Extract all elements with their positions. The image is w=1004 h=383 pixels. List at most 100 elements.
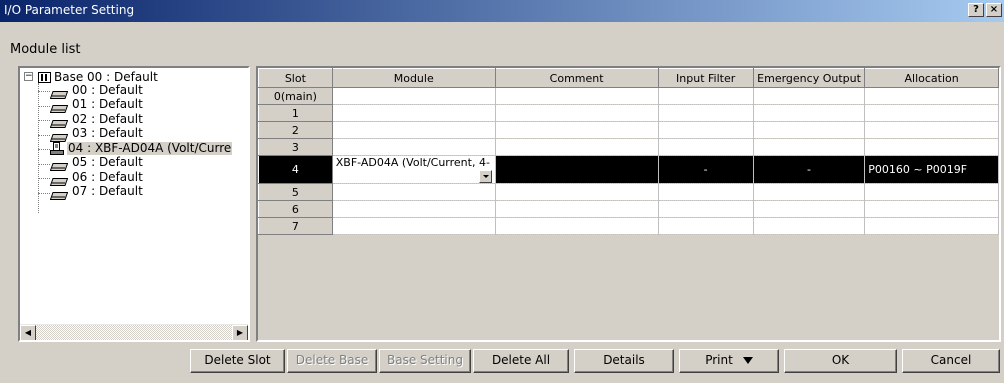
module-cell[interactable] [332,121,496,139]
slot-cell[interactable]: 1 [258,104,333,122]
comment-cell[interactable] [495,200,659,218]
tree-item-slot-07[interactable]: 07 : Default [49,185,143,200]
io-parameter-grid: Slot Module Comment Input Filter Emergency O… [256,66,1001,342]
comment-cell[interactable] [495,104,659,122]
module-cell[interactable] [332,87,496,105]
allocation-cell[interactable] [864,183,999,201]
slot-cell[interactable]: 0(main) [258,87,333,105]
table-row[interactable]: 6 [258,200,999,218]
column-header-comment: Comment [494,68,659,88]
allocation-cell[interactable] [864,217,999,235]
tree-item-label: 04 : XBF-AD04A (Volt/Curre [67,140,233,155]
emergency-cell[interactable] [753,87,866,105]
slot-cell[interactable]: 3 [258,138,333,156]
collapse-toggle-icon[interactable]: − [24,72,33,81]
slot-cell[interactable]: 4 [258,155,333,184]
tree-item-slot-02[interactable]: 02 : Default [49,111,143,128]
tree-horizontal-scrollbar[interactable]: ◀ ▶ [20,324,248,340]
slot-empty-icon [49,161,69,171]
module-cell[interactable] [332,183,496,201]
tree-item-slot-06[interactable]: 06 : Default [49,170,143,186]
allocation-cell[interactable] [864,138,999,156]
filter-cell[interactable] [658,104,754,122]
table-row[interactable]: 2 [258,121,999,139]
filter-cell[interactable] [658,217,754,235]
module-cell[interactable]: XBF-AD04A (Volt/Current, 4- [332,155,496,184]
delete-slot-button[interactable]: Delete Slot [190,349,285,373]
slot-cell[interactable]: 2 [258,121,333,139]
comment-cell[interactable] [495,121,659,139]
allocation-cell[interactable]: P00160 ~ P0019F [864,155,999,184]
cancel-button[interactable]: Cancel [902,349,1000,373]
delete-all-button[interactable]: Delete All [473,349,569,373]
allocation-cell[interactable] [864,104,999,122]
delete-all-label: Delete All [491,353,551,367]
emergency-cell[interactable] [753,200,866,218]
ok-button[interactable]: OK [784,349,897,373]
allocation-cell[interactable] [864,200,999,218]
filter-cell[interactable] [658,200,754,218]
module-dropdown-icon[interactable] [478,170,492,183]
slot-cell[interactable]: 6 [258,200,333,218]
allocation-cell[interactable] [864,121,999,139]
scroll-left-icon[interactable]: ◀ [20,325,36,340]
tree-root-base-00[interactable]: Base 00 : Default [38,70,158,84]
tree-item-slot-03[interactable]: 03 : Default [49,126,143,142]
emergency-cell[interactable] [753,121,866,139]
comment-cell[interactable] [495,155,659,184]
filter-cell[interactable] [658,121,754,139]
tree-item-label: 02 : Default [72,111,143,126]
tree-root-label: Base 00 : Default [54,69,158,84]
base-setting-label: Base Setting [386,353,463,367]
table-row[interactable]: 5 [258,183,999,201]
comment-cell[interactable] [495,138,659,156]
delete-base-button[interactable]: Delete Base [287,349,377,373]
filter-cell[interactable] [658,138,754,156]
details-button[interactable]: Details [574,349,674,373]
filter-cell[interactable] [658,87,754,105]
table-row[interactable]: 3 [258,138,999,156]
comment-cell[interactable] [495,183,659,201]
table-row[interactable]: 0(main) [258,87,999,105]
slot-empty-icon [49,89,69,99]
column-header-input-filter: Input Filter [657,68,754,88]
module-cell[interactable] [332,200,496,218]
table-row[interactable]: 7 [258,217,999,235]
table-row[interactable]: 1 [258,104,999,122]
module-select-value: XBF-AD04A (Volt/Current, 4- [335,156,490,169]
module-cell[interactable] [332,217,496,235]
emergency-cell[interactable]: - [753,155,866,184]
tree-item-slot-04[interactable]: 04 : XBF-AD04A (Volt/Curre [50,140,233,155]
slot-cell[interactable]: 7 [258,217,333,235]
tree-item-slot-00[interactable]: 00 : Default [49,83,143,99]
filter-cell[interactable]: - [658,155,754,184]
scroll-right-icon[interactable]: ▶ [232,325,248,340]
column-header-module: Module [331,68,496,88]
tree-item-slot-05[interactable]: 05 : Default [49,156,143,171]
allocation-cell[interactable] [864,87,999,105]
module-tree[interactable]: − Base 00 : Default 00 : Default 01 : Def… [18,66,250,342]
emergency-cell[interactable] [753,183,866,201]
delete-base-label: Delete Base [295,353,369,367]
comment-cell[interactable] [495,87,659,105]
emergency-cell[interactable] [753,138,866,156]
tree-item-slot-01[interactable]: 01 : Default [49,98,143,113]
scroll-track[interactable] [36,325,232,340]
close-button[interactable]: × [986,3,1002,17]
column-header-allocation: Allocation [864,68,999,88]
module-cell[interactable] [332,104,496,122]
base-setting-button[interactable]: Base Setting [379,349,471,373]
table-row[interactable]: 4 XBF-AD04A (Volt/Current, 4- - - P00160 ~ P… [258,155,999,184]
emergency-cell[interactable] [753,217,866,235]
delete-slot-label: Delete Slot [204,353,271,367]
print-button[interactable]: Print [679,349,779,373]
ok-label: OK [831,353,850,367]
comment-cell[interactable] [495,217,659,235]
module-cell[interactable] [332,138,496,156]
slot-cell[interactable]: 5 [258,183,333,201]
filter-cell[interactable] [658,183,754,201]
tree-item-label: 03 : Default [72,126,143,140]
help-button[interactable]: ? [968,3,984,17]
details-label: Details [603,353,645,367]
emergency-cell[interactable] [753,104,866,122]
